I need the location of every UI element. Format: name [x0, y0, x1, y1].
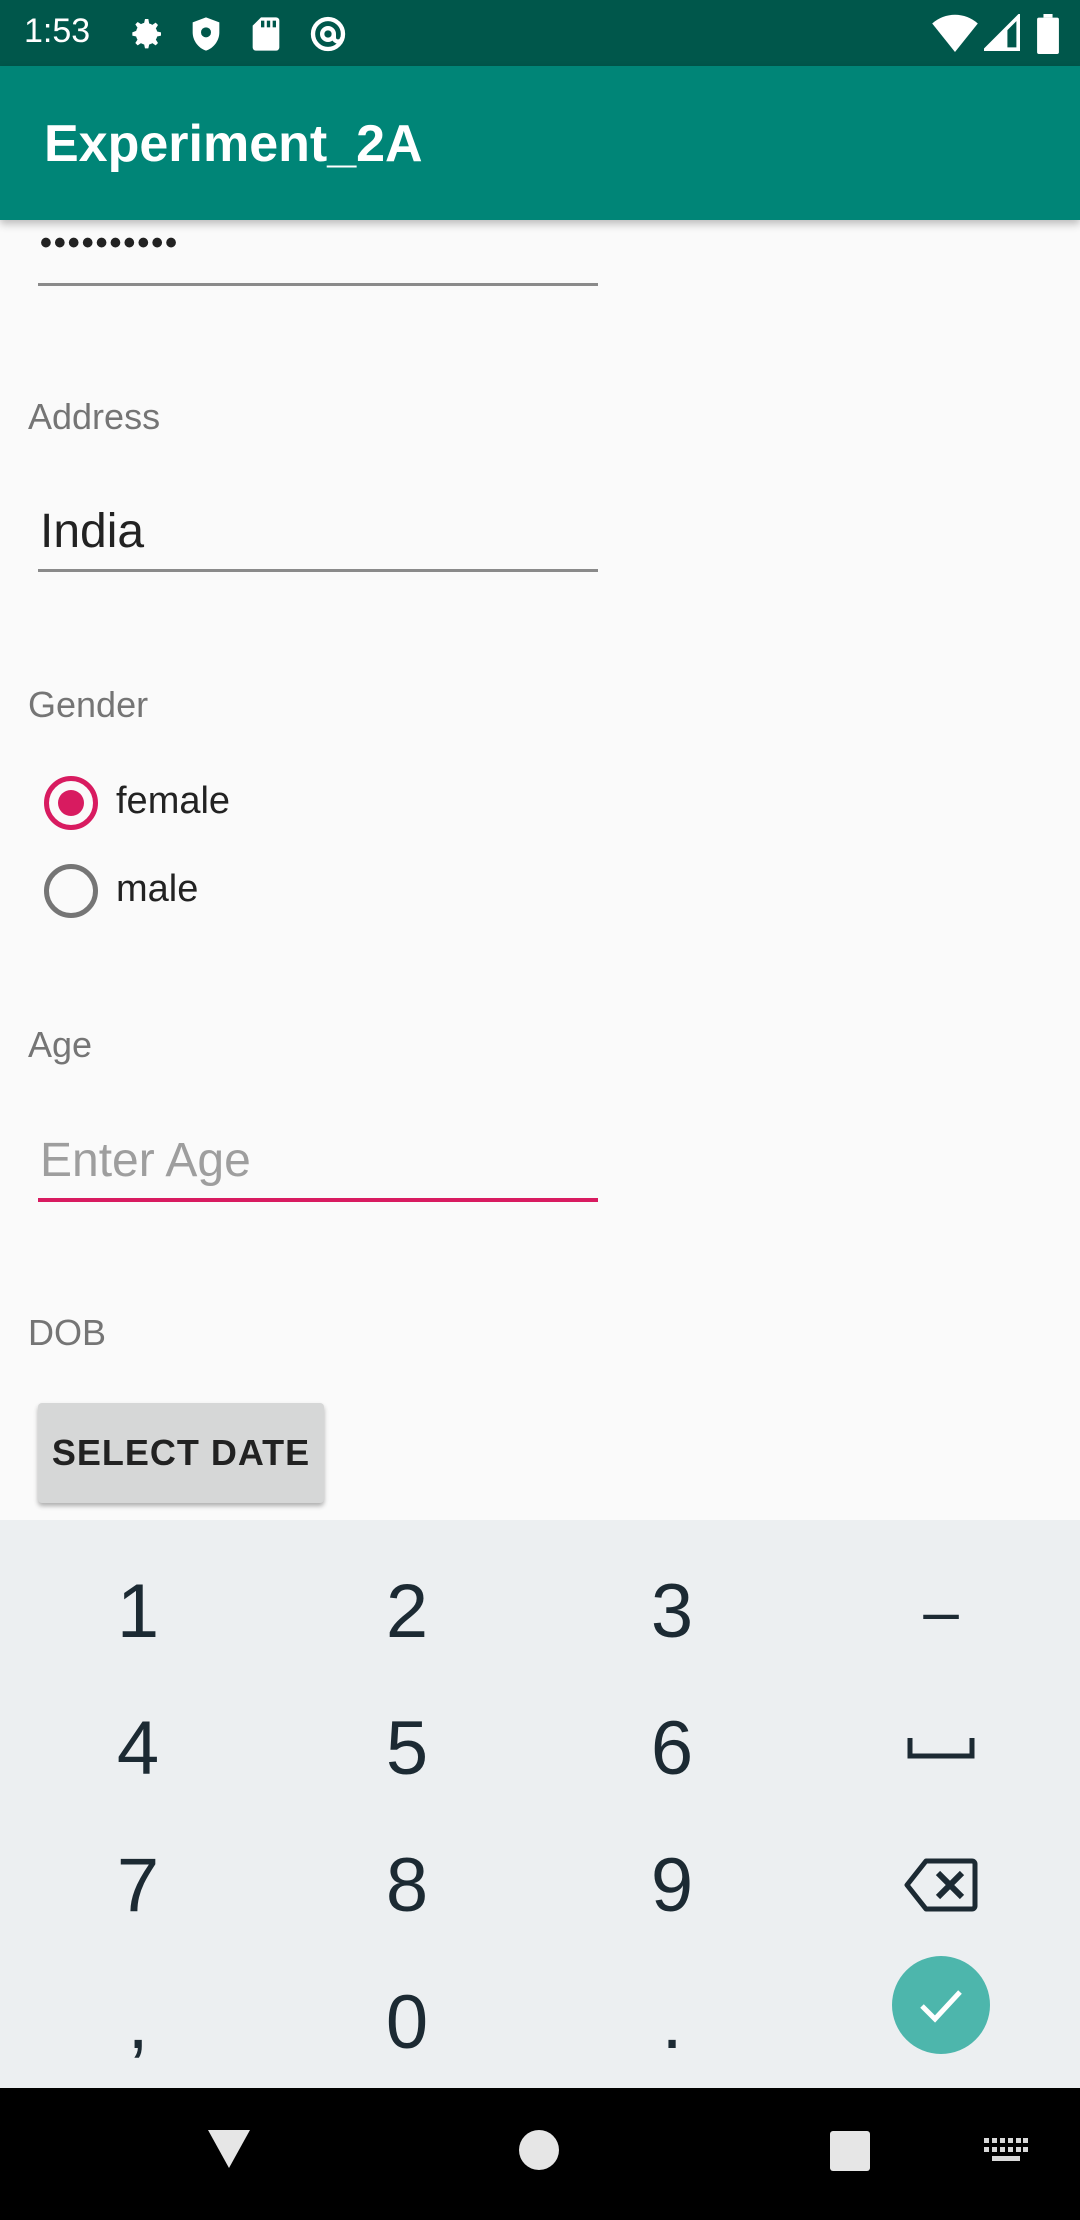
key-7[interactable]: 7	[3, 1817, 273, 1954]
radio-male-label: male	[116, 868, 199, 910]
address-label: Address	[28, 396, 161, 437]
space-icon	[907, 1738, 975, 1759]
gear-icon	[132, 19, 161, 49]
radio-button-unchecked[interactable]	[44, 864, 98, 918]
at-sign-icon	[310, 16, 346, 52]
done-key[interactable]	[892, 1956, 990, 2054]
form-scroll-area[interactable]: •••••••••• Address India Gender female m…	[0, 220, 1080, 1520]
cell-signal-icon	[984, 14, 1020, 51]
sd-card-icon	[252, 17, 280, 51]
key-minus[interactable]: –	[806, 1543, 1076, 1680]
password-value: ••••••••••	[40, 224, 180, 262]
dob-label: DOB	[28, 1312, 107, 1353]
key-1[interactable]: 1	[3, 1543, 273, 1680]
radio-male[interactable]: male	[44, 860, 344, 920]
numeric-keyboard: 1 2 3 – 4 5 6 7 8 9 , 0 .	[0, 1520, 1080, 2088]
address-value: India	[40, 505, 145, 558]
key-0[interactable]: 0	[272, 1954, 542, 2091]
status-time: 1:53	[24, 12, 91, 50]
age-label: Age	[28, 1024, 93, 1065]
key-3[interactable]: 3	[537, 1543, 807, 1680]
shield-icon	[192, 17, 220, 51]
password-field[interactable]: ••••••••••	[38, 220, 598, 286]
key-period[interactable]: .	[537, 1954, 807, 2091]
keyboard-icon[interactable]	[984, 2138, 1028, 2166]
radio-female-label: female	[116, 780, 231, 822]
gender-label: Gender	[28, 684, 149, 725]
key-comma[interactable]: ,	[3, 1954, 273, 2091]
home-icon[interactable]	[518, 2129, 560, 2171]
app-title: Experiment_2A	[44, 115, 423, 173]
back-icon[interactable]	[206, 2128, 252, 2170]
check-icon	[920, 1990, 962, 2023]
radio-button-checked[interactable]	[44, 776, 98, 830]
wifi-icon	[932, 14, 978, 52]
recents-icon[interactable]	[829, 2130, 871, 2172]
radio-female[interactable]: female	[44, 772, 344, 832]
key-backspace[interactable]	[806, 1817, 1076, 1954]
backspace-icon	[904, 1858, 978, 1912]
battery-icon	[1037, 14, 1059, 54]
key-2[interactable]: 2	[272, 1543, 542, 1680]
app-bar: Experiment_2A	[0, 66, 1080, 220]
key-4[interactable]: 4	[3, 1680, 273, 1817]
key-8[interactable]: 8	[272, 1817, 542, 1954]
key-6[interactable]: 6	[537, 1680, 807, 1817]
age-input[interactable]: Enter Age	[38, 1126, 598, 1202]
age-placeholder: Enter Age	[40, 1134, 251, 1187]
select-date-button[interactable]: SELECT DATE	[38, 1403, 324, 1503]
navigation-bar	[0, 2088, 1080, 2220]
address-field[interactable]: India	[38, 496, 598, 572]
key-5[interactable]: 5	[272, 1680, 542, 1817]
key-9[interactable]: 9	[537, 1817, 807, 1954]
status-bar: 1:53	[0, 0, 1080, 66]
key-space[interactable]	[806, 1680, 1076, 1817]
